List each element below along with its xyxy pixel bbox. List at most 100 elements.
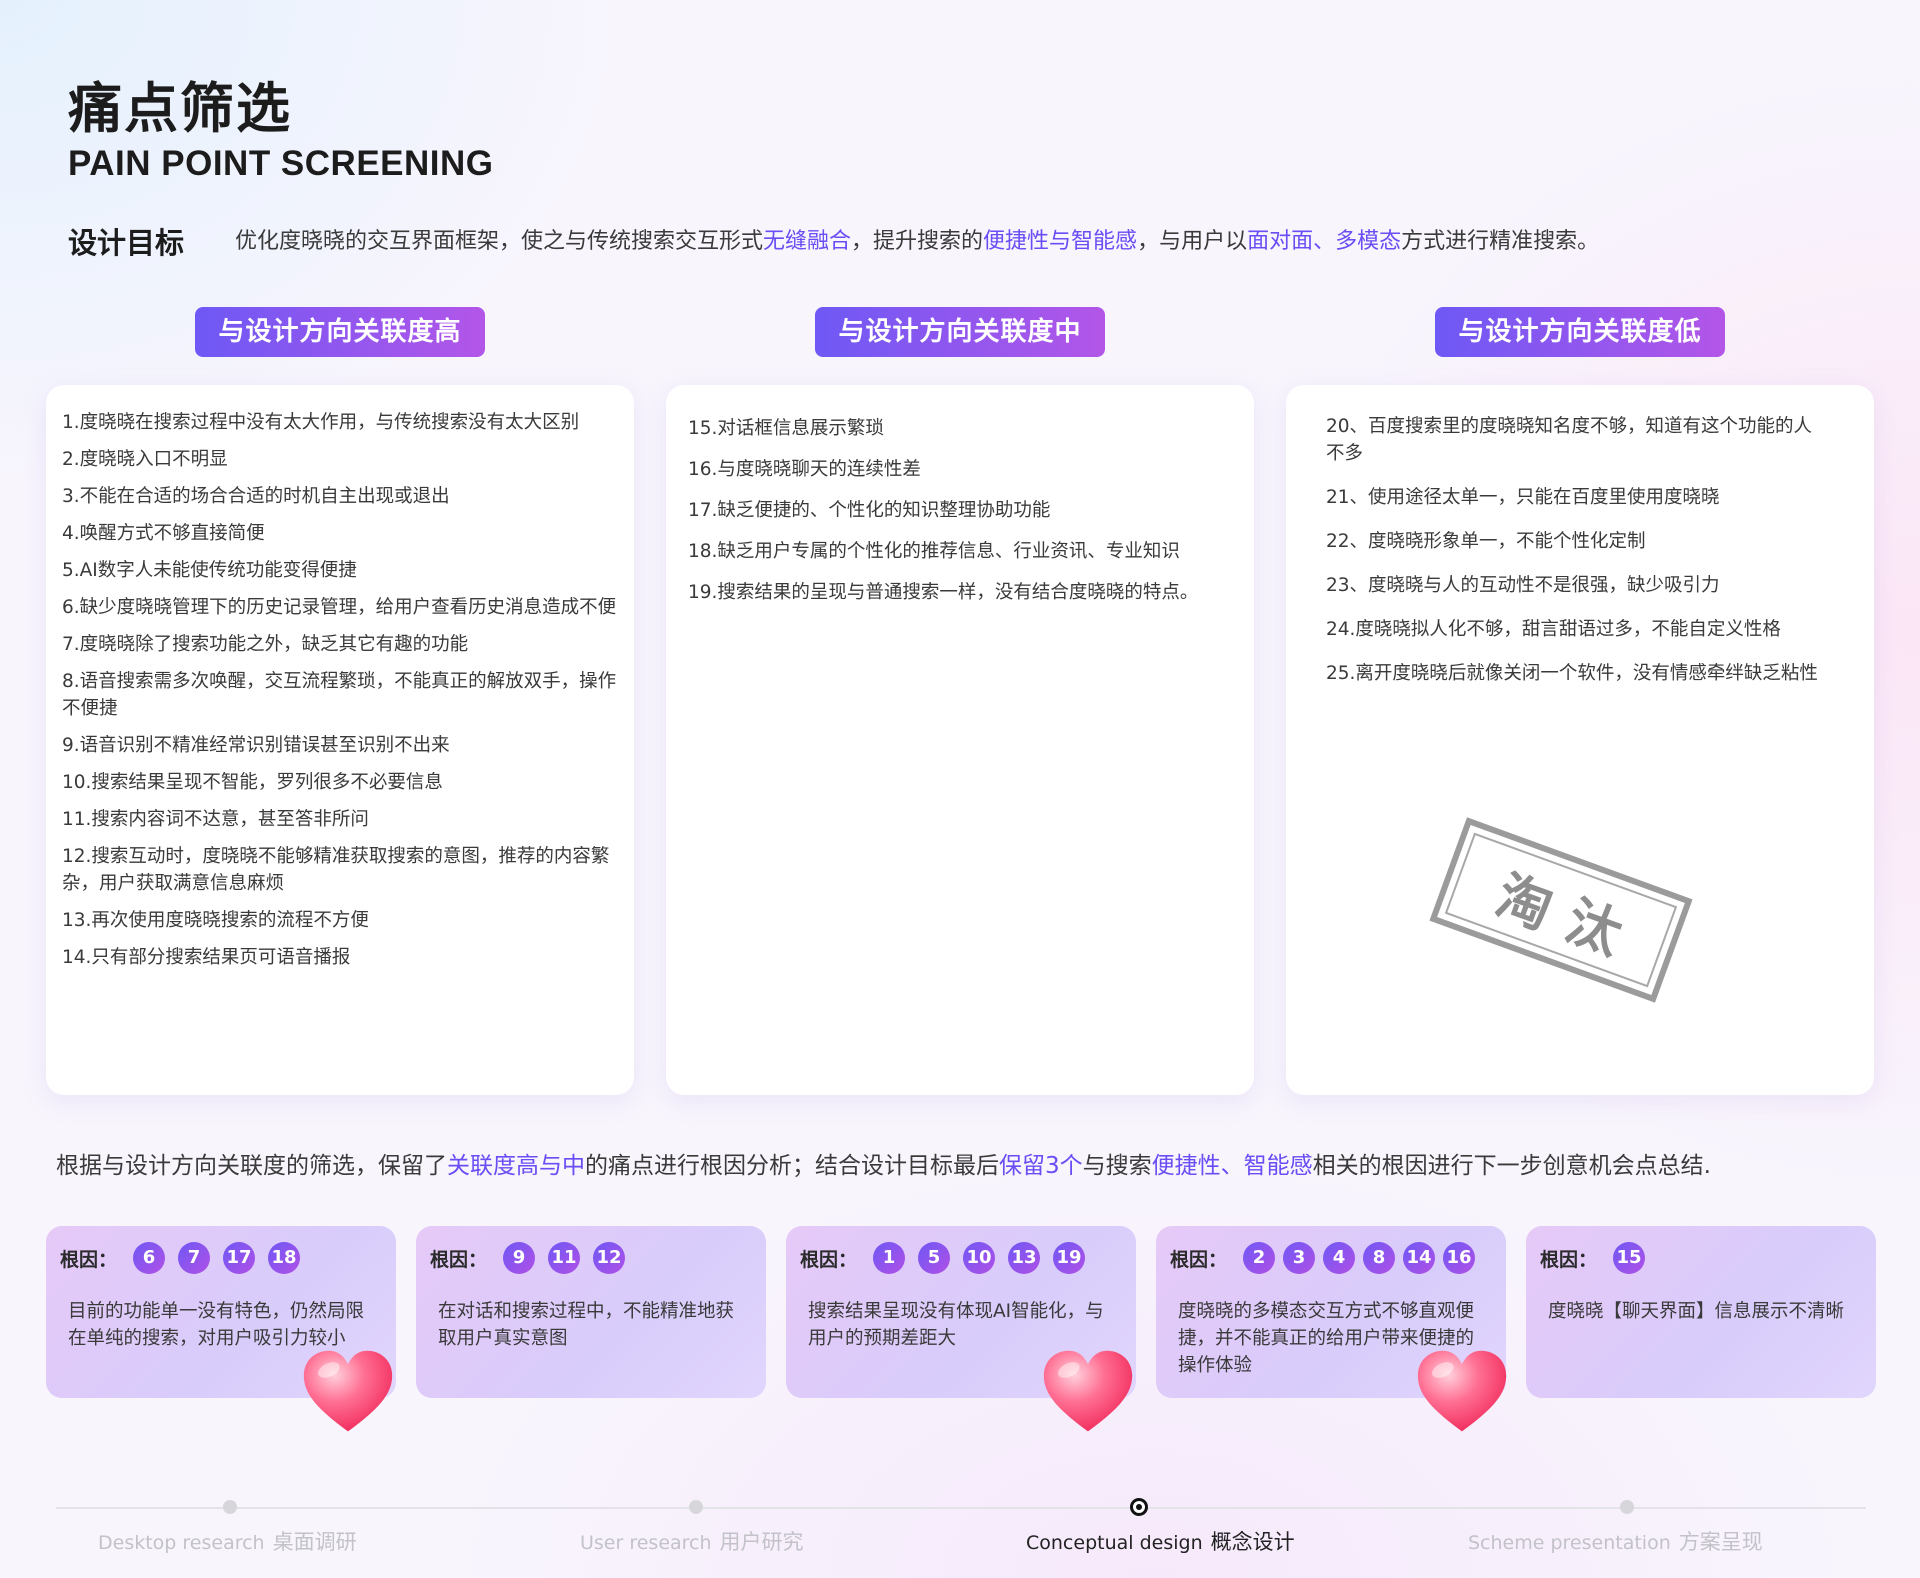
root-cause-header: 根因： 1 5 10 13 19 <box>800 1242 1098 1274</box>
pain-point-list: 15.对话框信息展示繁琐 16.与度晓晓聊天的连续性差 17.缺乏便捷的、个性化… <box>688 415 1238 620</box>
pain-point-badges: 6 7 17 18 <box>133 1242 313 1274</box>
summary-text-part: 相关的根因进行下一步创意机会点总结. <box>1312 1153 1711 1179</box>
summary-text-part: 与搜索 <box>1082 1153 1152 1179</box>
goal-text-part: ，提升搜索的 <box>851 229 984 254</box>
pain-point-badge: 5 <box>918 1242 951 1274</box>
root-cause-header: 根因： 9 11 12 <box>430 1242 638 1274</box>
pain-point-badge: 11 <box>548 1242 581 1274</box>
heart-icon <box>1043 1350 1133 1432</box>
relevance-medium-tag: 与设计方向关联度中 <box>815 307 1105 357</box>
pain-point-badge: 15 <box>1613 1242 1646 1274</box>
heart-icon <box>1417 1350 1507 1432</box>
timeline-step-scheme-presentation: Scheme presentation 方案呈现 <box>1468 1526 1763 1556</box>
timeline-step-en: Conceptual design <box>1026 1532 1203 1554</box>
pain-point-screening-page: 痛点筛选 PAIN POINT SCREENING 设计目标 优化度晓晓的交互界… <box>0 0 1920 1578</box>
root-cause-text: 目前的功能单一没有特色，仍然局限在单纯的搜索，对用户吸引力较小 <box>68 1301 365 1349</box>
pain-point-badges: 9 11 12 <box>503 1242 638 1274</box>
pain-point-item: 14.只有部分搜索结果页可语音播报 <box>62 947 351 968</box>
root-cause-header: 根因： 6 7 17 18 <box>60 1242 313 1274</box>
progress-timeline-track <box>56 1507 1866 1509</box>
goal-text-part: ，与用户以 <box>1137 229 1248 254</box>
pain-point-item: 11.搜索内容词不达意，甚至答非所问 <box>62 809 369 830</box>
timeline-step-conceptual-design: Conceptual design 概念设计 <box>1026 1526 1295 1556</box>
root-cause-label: 根因： <box>430 1248 488 1271</box>
pain-point-item: 2.度晓晓入口不明显 <box>62 449 228 470</box>
pain-point-item: 24.度晓晓拟人化不够，甜言甜语过多，不能自定义性格 <box>1326 619 1781 640</box>
pain-point-item: 22、度晓晓形象单一，不能个性化定制 <box>1326 531 1646 552</box>
low-relevance-card: 20、百度搜索里的度晓晓知名度不够，知道有这个功能的人不多 21、使用途径太单一… <box>1286 385 1874 1095</box>
pain-point-badge: 16 <box>1443 1242 1476 1274</box>
pain-point-badge: 18 <box>268 1242 301 1274</box>
pain-point-item: 3.不能在合适的场合合适的时机自主出现或退出 <box>62 486 450 507</box>
summary-text-part: 的痛点进行根因分析；结合设计目标最后 <box>585 1153 999 1179</box>
pain-point-item: 9.语音识别不精准经常识别错误甚至识别不出来 <box>62 735 450 756</box>
page-subtitle: PAIN POINT SCREENING <box>68 144 494 183</box>
pain-point-item: 21、使用途径太单一，只能在百度里使用度晓晓 <box>1326 487 1720 508</box>
root-cause-text: 度晓晓【聊天界面】信息展示不清晰 <box>1548 1301 1845 1322</box>
pain-point-badge: 17 <box>223 1242 256 1274</box>
pain-point-item: 17.缺乏便捷的、个性化的知识整理协助功能 <box>688 500 1051 521</box>
pain-point-badge: 2 <box>1243 1242 1276 1274</box>
page-title: 痛点筛选 <box>68 77 292 140</box>
pain-point-item: 19.搜索结果的呈现与普通搜索一样，没有结合度晓晓的特点。 <box>688 582 1199 603</box>
timeline-step-cn: 概念设计 <box>1210 1530 1295 1554</box>
rejected-stamp: 淘汰 <box>1429 817 1693 1003</box>
relevance-low-tag: 与设计方向关联度低 <box>1435 307 1725 357</box>
pain-point-item: 20、百度搜索里的度晓晓知名度不够，知道有这个功能的人不多 <box>1326 416 1813 464</box>
summary-highlight: 便捷性、智能感 <box>1151 1153 1313 1179</box>
pain-point-badge: 10 <box>963 1242 996 1274</box>
timeline-step-dot-active <box>1130 1498 1148 1516</box>
pain-point-item: 7.度晓晓除了搜索功能之外，缺乏其它有趣的功能 <box>62 634 469 655</box>
timeline-step-dot <box>1620 1500 1634 1514</box>
root-cause-card: 根因： 9 11 12 在对话和搜索过程中，不能精准地获取用户真实意图 <box>416 1226 766 1398</box>
medium-relevance-card: 15.对话框信息展示繁琐 16.与度晓晓聊天的连续性差 17.缺乏便捷的、个性化… <box>666 385 1254 1095</box>
timeline-step-cn: 方案呈现 <box>1678 1530 1763 1554</box>
pain-point-badge: 4 <box>1323 1242 1356 1274</box>
pain-point-item: 6.缺少度晓晓管理下的历史记录管理，给用户查看历史消息造成不便 <box>62 597 617 618</box>
pain-point-item: 25.离开度晓晓后就像关闭一个软件，没有情感牵绊缺乏粘性 <box>1326 663 1818 684</box>
screening-summary: 根据与设计方向关联度的筛选，保留了关联度高与中的痛点进行根因分析；结合设计目标最… <box>56 1146 1711 1180</box>
summary-text-part: 根据与设计方向关联度的筛选，保留了 <box>56 1153 447 1179</box>
goal-text-part: 优化度晓晓的交互界面框架，使之与传统搜索交互形式 <box>235 229 764 254</box>
pain-point-item: 12.搜索互动时，度晓晓不能够精准获取搜索的意图，推荐的内容繁杂，用户获取满意信… <box>62 846 610 894</box>
timeline-step-cn: 用户研究 <box>719 1530 804 1554</box>
goal-text-part: 方式进行精准搜索。 <box>1401 229 1600 254</box>
high-relevance-card: 1.度晓晓在搜索过程中没有太大作用，与传统搜索没有太大区别 2.度晓晓入口不明显… <box>46 385 634 1095</box>
pain-point-badges: 15 <box>1613 1242 1658 1274</box>
summary-highlight: 关联度高与中 <box>447 1153 585 1179</box>
pain-point-item: 1.度晓晓在搜索过程中没有太大作用，与传统搜索没有太大区别 <box>62 412 580 433</box>
root-cause-header: 根因： 2 3 4 8 14 16 <box>1170 1242 1476 1274</box>
pain-point-item: 13.再次使用度晓晓搜索的流程不方便 <box>62 910 369 931</box>
pain-point-badge: 14 <box>1403 1242 1436 1274</box>
timeline-step-user-research: User research 用户研究 <box>580 1526 804 1556</box>
timeline-step-dot <box>689 1500 703 1514</box>
root-cause-label: 根因： <box>60 1248 118 1271</box>
pain-point-badge: 1 <box>873 1242 906 1274</box>
pain-point-badge: 8 <box>1363 1242 1396 1274</box>
pain-point-item: 10.搜索结果呈现不智能，罗列很多不必要信息 <box>62 772 443 793</box>
root-cause-header: 根因： 15 <box>1540 1242 1658 1274</box>
relevance-high-tag: 与设计方向关联度高 <box>195 307 485 357</box>
heart-icon <box>303 1350 393 1432</box>
goal-highlight: 无缝融合 <box>763 229 852 254</box>
root-cause-text: 在对话和搜索过程中，不能精准地获取用户真实意图 <box>438 1301 735 1349</box>
root-cause-label: 根因： <box>1170 1248 1228 1271</box>
timeline-step-en: Scheme presentation <box>1468 1532 1671 1554</box>
timeline-step-dot <box>223 1500 237 1514</box>
timeline-step-desktop-research: Desktop research 桌面调研 <box>98 1526 357 1556</box>
pain-point-badge: 13 <box>1008 1242 1041 1274</box>
goal-highlight: 便捷性与智能感 <box>983 229 1138 254</box>
pain-point-list: 1.度晓晓在搜索过程中没有太大作用，与传统搜索没有太大区别 2.度晓晓入口不明显… <box>62 409 622 981</box>
summary-highlight: 保留3个 <box>999 1153 1083 1179</box>
design-goal-text: 优化度晓晓的交互界面框架，使之与传统搜索交互形式无缝融合，提升搜索的便捷性与智能… <box>235 223 1599 255</box>
stamp-text: 淘汰 <box>1488 863 1649 974</box>
timeline-step-en: Desktop research <box>98 1532 265 1554</box>
pain-point-item: 4.唤醒方式不够直接简便 <box>62 523 265 544</box>
pain-point-item: 8.语音搜索需多次唤醒，交互流程繁琐，不能真正的解放双手，操作不便捷 <box>62 671 617 719</box>
pain-point-badge: 3 <box>1283 1242 1316 1274</box>
pain-point-item: 16.与度晓晓聊天的连续性差 <box>688 459 921 480</box>
root-cause-label: 根因： <box>1540 1248 1598 1271</box>
pain-point-badge: 6 <box>133 1242 166 1274</box>
pain-point-badge: 7 <box>178 1242 211 1274</box>
design-goal-label: 设计目标 <box>68 226 185 260</box>
